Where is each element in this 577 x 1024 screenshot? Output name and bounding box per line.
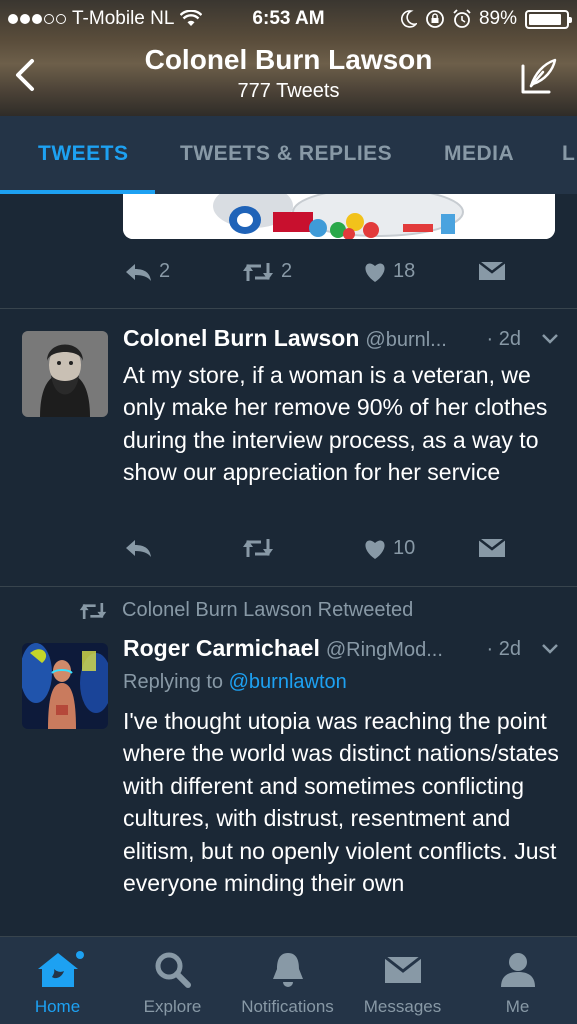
- retweet-icon: [79, 602, 107, 619]
- profile-title-block: Colonel Burn Lawson 777 Tweets: [0, 44, 577, 103]
- profile-name: Colonel Burn Lawson: [144, 44, 433, 75]
- tweet-count: 777 Tweets: [237, 80, 340, 102]
- status-bar: T-Mobile NL 6:53 AM 89%: [0, 6, 577, 32]
- compose-quill-icon[interactable]: [519, 56, 559, 96]
- nav-me[interactable]: Me: [460, 937, 575, 1024]
- tweet-text: I've thought utopia was reaching the poi…: [123, 708, 559, 897]
- tweet-actions: 10: [123, 537, 523, 567]
- like-button[interactable]: 10: [363, 537, 415, 560]
- tweet-media-image[interactable]: [123, 194, 555, 239]
- tab-tweets[interactable]: TWEETS: [38, 142, 129, 166]
- replying-to-link[interactable]: @burnlawton: [229, 671, 347, 693]
- replying-to: Replying to @burnlawton: [123, 671, 347, 694]
- like-count: 10: [393, 537, 416, 559]
- tab-tweets-replies[interactable]: TWEETS & REPLIES: [180, 142, 392, 166]
- avatar[interactable]: [22, 643, 108, 729]
- nav-home-label: Home: [34, 997, 81, 1016]
- rotation-lock-icon: [426, 10, 444, 28]
- envelope-icon: [478, 261, 506, 280]
- nav-messages-label: Messages: [363, 997, 442, 1016]
- nav-explore-label: Explore: [143, 997, 202, 1016]
- nav-messages[interactable]: Messages: [345, 937, 460, 1024]
- like-count: 18: [393, 260, 416, 282]
- nav-home[interactable]: Home: [0, 937, 115, 1024]
- tweet-time: · 2d: [486, 328, 521, 350]
- tweet-header: Roger Carmichael @RingMod... · 2d: [123, 635, 563, 667]
- tweet-time: · 2d: [486, 638, 521, 660]
- tweet-divider: [0, 586, 577, 587]
- reply-count: 2: [159, 260, 171, 282]
- envelope-icon: [478, 538, 506, 557]
- reply-button[interactable]: 2: [123, 260, 170, 283]
- battery-fill: [529, 13, 562, 25]
- chevron-down-icon[interactable]: [541, 643, 559, 655]
- direct-message-button[interactable]: [478, 537, 506, 559]
- tweet-divider: [0, 308, 577, 309]
- nav-me-label: Me: [505, 997, 530, 1016]
- tweet-actions: 2 2 18: [123, 260, 523, 290]
- home-icon: [37, 951, 84, 987]
- profile-tabs: TWEETS TWEETS & REPLIES MEDIA L: [0, 116, 577, 194]
- replying-to-label: Replying to: [123, 671, 224, 693]
- bell-icon: [272, 953, 303, 987]
- retweeted-by: Colonel Burn Lawson Retweeted: [78, 599, 413, 622]
- retweet-icon: [243, 262, 273, 281]
- timeline[interactable]: 2 2 18 Colonel Burn Lawson @burnl... · 2…: [0, 194, 577, 936]
- heart-icon: [365, 263, 385, 282]
- nav-notifications[interactable]: Notifications: [230, 937, 345, 1024]
- like-button[interactable]: 18: [363, 260, 415, 283]
- battery-percent: 89%: [478, 8, 517, 29]
- tweet-header: Colonel Burn Lawson @burnl... · 2d: [123, 325, 563, 357]
- tab-media[interactable]: MEDIA: [444, 142, 514, 166]
- chevron-down-icon[interactable]: [541, 333, 559, 345]
- author-handle[interactable]: @RingMod...: [326, 639, 443, 661]
- retweet-button[interactable]: 2: [241, 260, 292, 283]
- moon-icon: [401, 10, 417, 28]
- reply-button[interactable]: [123, 537, 159, 559]
- battery-icon: [525, 9, 572, 29]
- person-icon: [500, 953, 535, 987]
- heart-icon: [365, 540, 385, 559]
- nav-notifications-label: Notifications: [241, 997, 334, 1016]
- nav-explore[interactable]: Explore: [115, 937, 230, 1024]
- author-name[interactable]: Roger Carmichael: [123, 635, 320, 661]
- retweeted-by-label[interactable]: Colonel Burn Lawson Retweeted: [122, 599, 413, 622]
- bottom-tab-bar: Home Explore Notifications Messages Me: [0, 936, 577, 1024]
- envelope-icon: [383, 955, 422, 983]
- retweet-count: 2: [281, 260, 293, 282]
- tab-likes[interactable]: L: [562, 142, 575, 166]
- reply-icon: [126, 540, 151, 557]
- tweet-text: At my store, if a woman is a veteran, we…: [123, 362, 548, 486]
- alarm-icon: [453, 9, 471, 28]
- author-handle[interactable]: @burnl...: [365, 329, 446, 351]
- reply-icon: [126, 263, 151, 281]
- retweet-button[interactable]: [241, 537, 281, 559]
- retweet-icon: [243, 539, 273, 557]
- direct-message-button[interactable]: [478, 260, 506, 282]
- profile-header: T-Mobile NL 6:53 AM 89% Colonel Burn Law…: [0, 0, 577, 116]
- avatar[interactable]: [22, 331, 108, 417]
- author-name[interactable]: Colonel Burn Lawson: [123, 325, 359, 351]
- search-icon: [155, 952, 191, 988]
